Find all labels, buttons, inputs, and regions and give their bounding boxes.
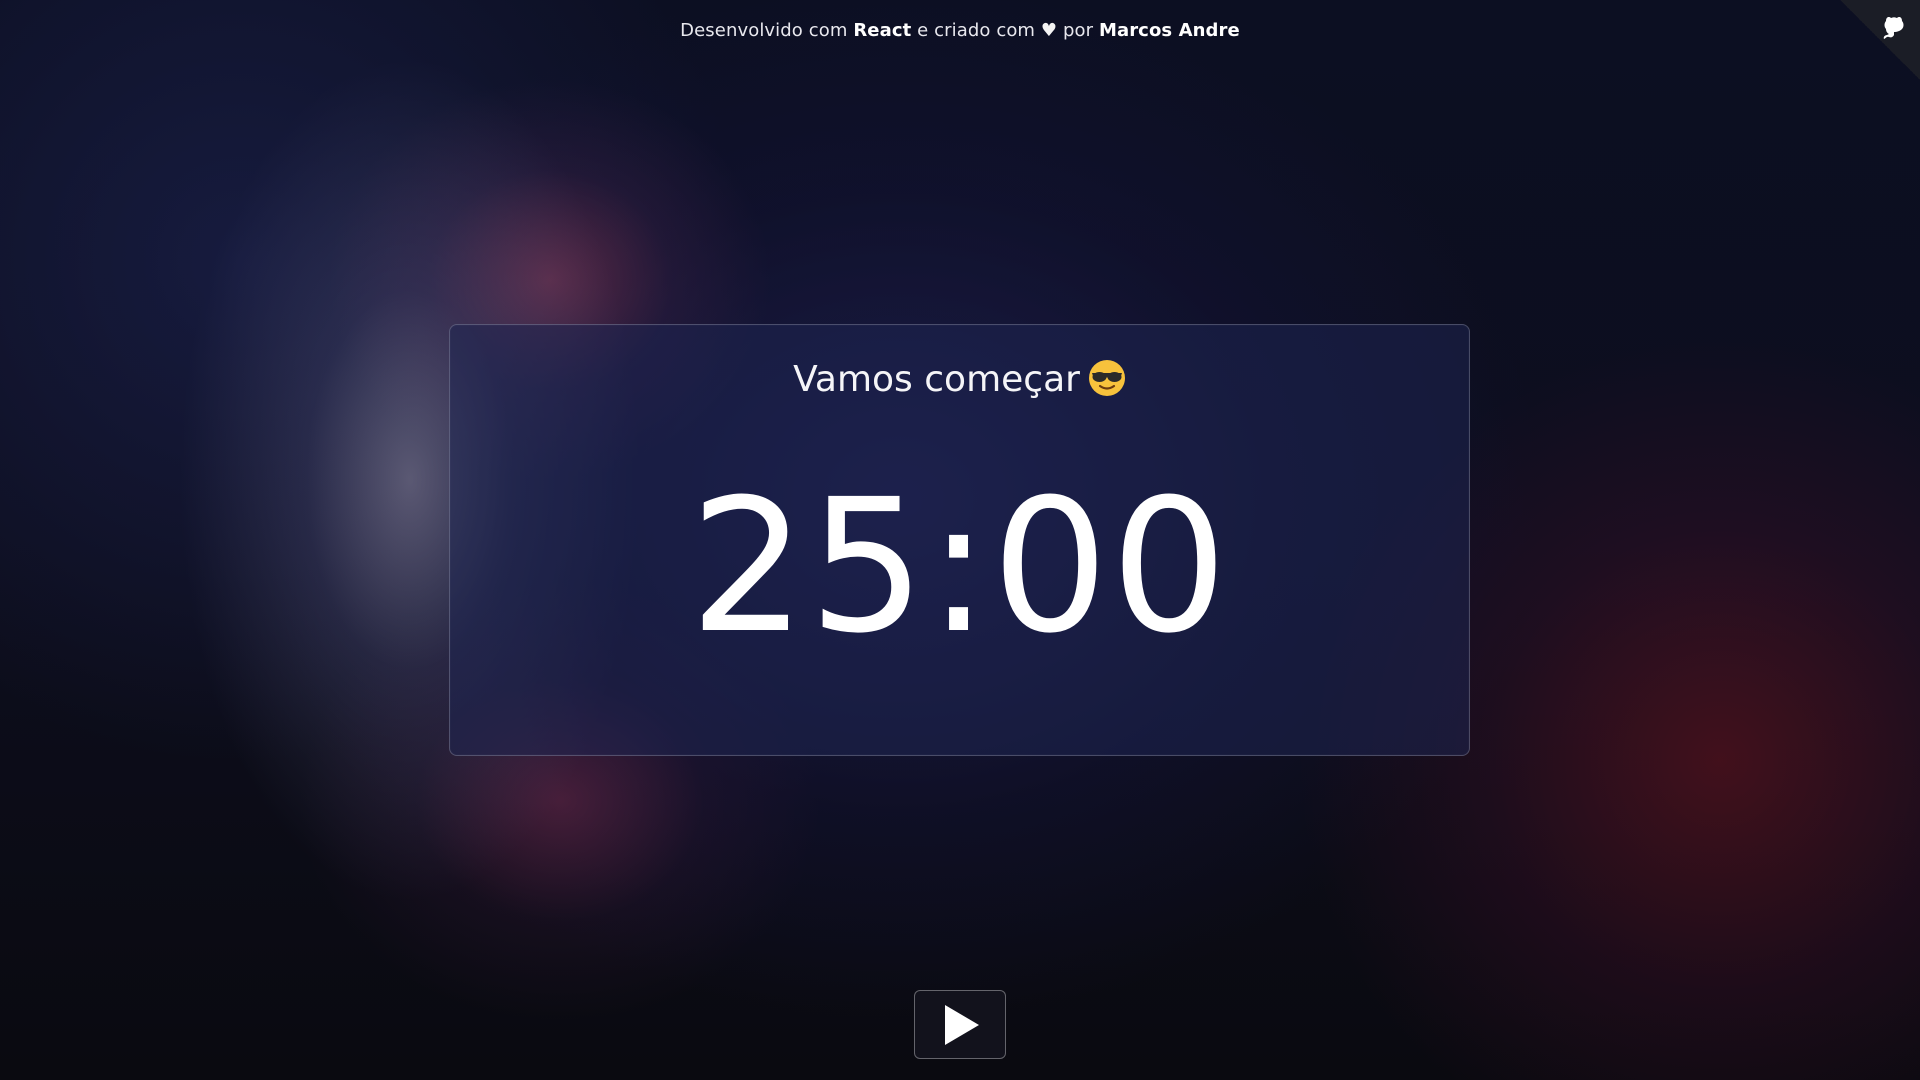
heart-icon: ♥ xyxy=(1040,20,1058,41)
play-icon xyxy=(945,1005,979,1045)
timer-card: Vamos começar 25:00 xyxy=(449,324,1470,756)
credit-author: Marcos Andre xyxy=(1098,20,1240,41)
timer-title-text: Vamos começar xyxy=(793,359,1080,400)
github-corner[interactable] xyxy=(1840,0,1920,80)
developer-credit: Desenvolvido com React e criado com ♥ po… xyxy=(0,20,1920,41)
play-button[interactable] xyxy=(914,990,1006,1059)
credit-by: por xyxy=(1057,20,1099,41)
page: Desenvolvido com React e criado com ♥ po… xyxy=(0,0,1920,1080)
credit-middle: e criado com xyxy=(911,20,1041,41)
timer-title: Vamos começar xyxy=(450,359,1469,400)
github-icon[interactable] xyxy=(1878,12,1908,42)
sunglasses-emoji-icon xyxy=(1088,360,1125,396)
timer-display: 25:00 xyxy=(689,460,1230,674)
credit-tech: React xyxy=(853,20,912,41)
credit-prefix: Desenvolvido com xyxy=(680,20,854,41)
